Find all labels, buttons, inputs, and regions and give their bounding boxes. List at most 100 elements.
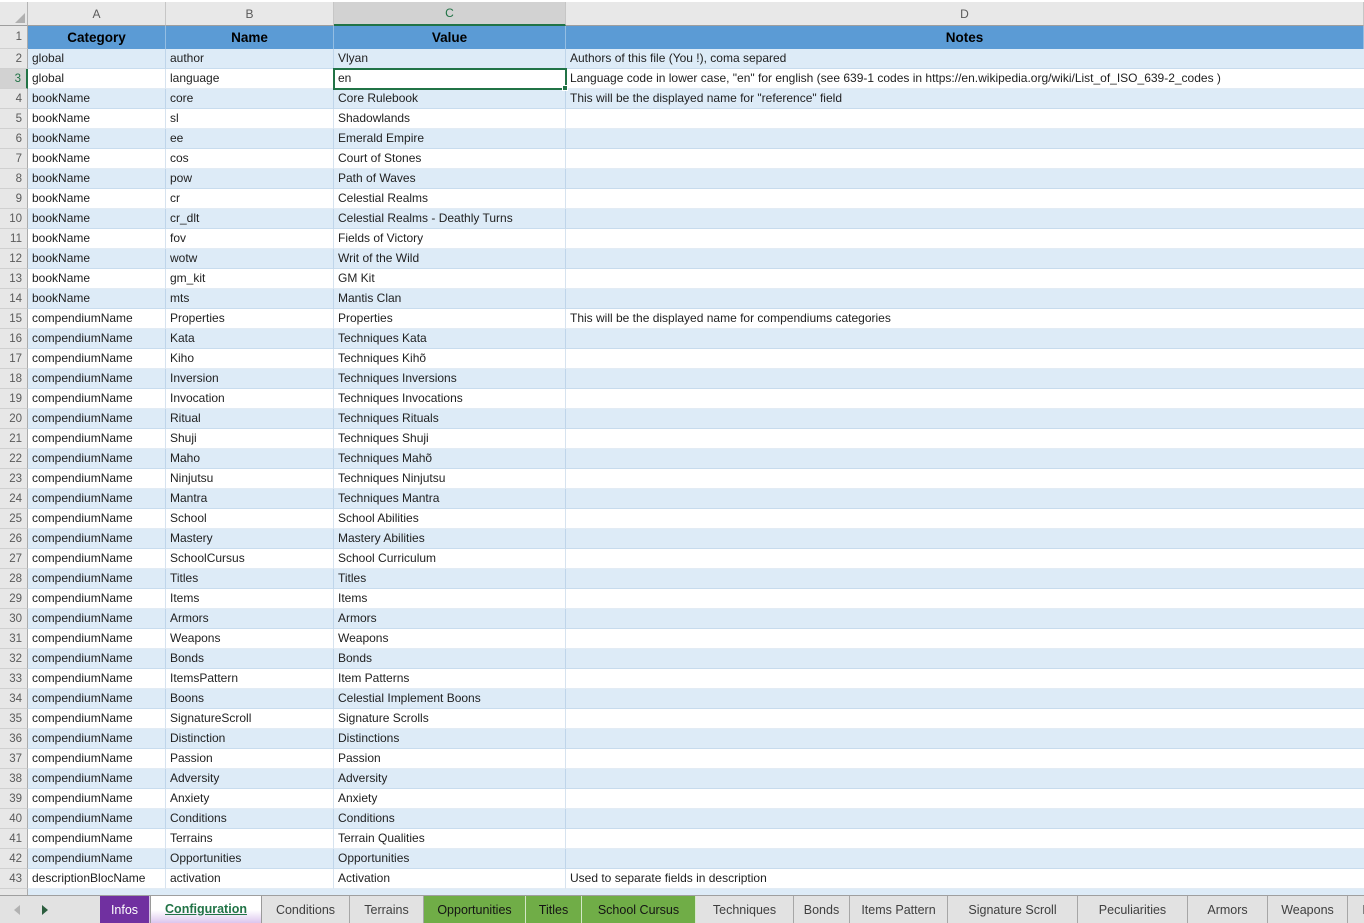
cell-name[interactable]: Armors	[166, 609, 334, 629]
cell-category[interactable]: compendiumName	[28, 489, 166, 509]
cell-notes[interactable]	[566, 849, 1364, 869]
sheet-tab-terrains[interactable]: Terrains	[350, 896, 424, 923]
cell-name[interactable]: Mantra	[166, 489, 334, 509]
header-cell-value[interactable]: Value	[334, 26, 566, 49]
cell-category[interactable]: bookName	[28, 209, 166, 229]
row-number[interactable]: 37	[0, 749, 28, 769]
cell-notes[interactable]	[566, 389, 1364, 409]
row-number[interactable]: 14	[0, 289, 28, 309]
cell-category[interactable]: global	[28, 69, 166, 89]
cell-notes[interactable]	[566, 189, 1364, 209]
cell-notes[interactable]	[566, 829, 1364, 849]
cell-notes[interactable]	[566, 549, 1364, 569]
cell-value[interactable]: Mantis Clan	[334, 289, 566, 309]
cell-notes[interactable]	[566, 629, 1364, 649]
sheet-tab-opportunities[interactable]: Opportunities	[424, 896, 526, 923]
cell-value[interactable]: Item Patterns	[334, 669, 566, 689]
cell-notes[interactable]: Used to separate fields in description	[566, 869, 1364, 889]
cell-value[interactable]: Techniques Ninjutsu	[334, 469, 566, 489]
cell-category[interactable]: compendiumName	[28, 829, 166, 849]
cell-name[interactable]: gm_kit	[166, 269, 334, 289]
cell-category[interactable]: compendiumName	[28, 769, 166, 789]
cell-category[interactable]: compendiumName	[28, 689, 166, 709]
cell-notes[interactable]	[566, 529, 1364, 549]
next-sheet-arrow-icon[interactable]	[42, 905, 48, 915]
cell-notes[interactable]	[566, 329, 1364, 349]
cell-notes[interactable]	[566, 749, 1364, 769]
cell-notes[interactable]	[566, 109, 1364, 129]
cell-name[interactable]: ee	[166, 129, 334, 149]
cell-value[interactable]: Techniques Kata	[334, 329, 566, 349]
cell-category[interactable]: compendiumName	[28, 329, 166, 349]
cell-notes[interactable]	[566, 409, 1364, 429]
cell-value[interactable]: Adversity	[334, 769, 566, 789]
select-all-corner[interactable]	[0, 2, 28, 26]
cell-category[interactable]: bookName	[28, 249, 166, 269]
cell-value[interactable]: Core Rulebook	[334, 89, 566, 109]
cell-name[interactable]: mts	[166, 289, 334, 309]
cell-name[interactable]: Weapons	[166, 629, 334, 649]
cell-name[interactable]: activation	[166, 869, 334, 889]
fill-handle[interactable]	[562, 85, 568, 91]
sheet-tab-items-pattern[interactable]: Items Pattern	[850, 896, 948, 923]
column-header-c[interactable]: C	[334, 2, 566, 26]
cell-category[interactable]: compendiumName	[28, 789, 166, 809]
cell-notes[interactable]	[566, 769, 1364, 789]
cell-value[interactable]: Techniques Kihõ	[334, 349, 566, 369]
cell-category[interactable]: compendiumName	[28, 729, 166, 749]
row-number[interactable]: 34	[0, 689, 28, 709]
cell-name[interactable]: core	[166, 89, 334, 109]
row-number[interactable]: 38	[0, 769, 28, 789]
row-number[interactable]: 43	[0, 869, 28, 889]
row-number[interactable]: 9	[0, 189, 28, 209]
cell-category[interactable]: bookName	[28, 189, 166, 209]
cell-value[interactable]: Conditions	[334, 809, 566, 829]
cell-category[interactable]: compendiumName	[28, 649, 166, 669]
row-number[interactable]: 17	[0, 349, 28, 369]
row-number[interactable]: 16	[0, 329, 28, 349]
cell-category[interactable]: compendiumName	[28, 569, 166, 589]
cell-notes[interactable]: This will be the displayed name for "ref…	[566, 89, 1364, 109]
row-number[interactable]: 15	[0, 309, 28, 329]
cell-notes[interactable]	[566, 709, 1364, 729]
cell-value[interactable]: Writ of the Wild	[334, 249, 566, 269]
cell-name[interactable]: language	[166, 69, 334, 89]
cell-category[interactable]: bookName	[28, 169, 166, 189]
cell-name[interactable]: Ritual	[166, 409, 334, 429]
row-number[interactable]: 18	[0, 369, 28, 389]
cell-value[interactable]: Mastery Abilities	[334, 529, 566, 549]
cell-value[interactable]: Fields of Victory	[334, 229, 566, 249]
cell-value[interactable]: Court of Stones	[334, 149, 566, 169]
cell-notes[interactable]	[566, 649, 1364, 669]
sheet-tab-peculiarities[interactable]: Peculiarities	[1078, 896, 1188, 923]
cell-category[interactable]: compendiumName	[28, 349, 166, 369]
prev-sheet-arrow-icon[interactable]	[14, 905, 20, 915]
cell-value[interactable]: Terrain Qualities	[334, 829, 566, 849]
sheet-tab-signature-scroll[interactable]: Signature Scroll	[948, 896, 1078, 923]
cell-value[interactable]: Celestial Realms	[334, 189, 566, 209]
cell-name[interactable]: cr	[166, 189, 334, 209]
cell-category[interactable]: bookName	[28, 229, 166, 249]
cell-notes[interactable]	[566, 469, 1364, 489]
row-number[interactable]: 19	[0, 389, 28, 409]
cell-name[interactable]: Mastery	[166, 529, 334, 549]
cell-value[interactable]: Techniques Mahõ	[334, 449, 566, 469]
cell-notes[interactable]	[566, 689, 1364, 709]
cell-name[interactable]: cos	[166, 149, 334, 169]
cell-value[interactable]: Titles	[334, 569, 566, 589]
cell-notes[interactable]	[566, 729, 1364, 749]
cell-category[interactable]: compendiumName	[28, 709, 166, 729]
cell-name[interactable]: School	[166, 509, 334, 529]
cell-value[interactable]: Celestial Implement Boons	[334, 689, 566, 709]
cell-notes[interactable]	[566, 489, 1364, 509]
cell-category[interactable]: bookName	[28, 89, 166, 109]
cell-notes[interactable]	[566, 369, 1364, 389]
cell-value[interactable]: Opportunities	[334, 849, 566, 869]
cell-name[interactable]: Opportunities	[166, 849, 334, 869]
cell-category[interactable]: compendiumName	[28, 629, 166, 649]
row-number[interactable]: 39	[0, 789, 28, 809]
column-header-d[interactable]: D	[566, 2, 1364, 26]
cell-notes[interactable]	[566, 169, 1364, 189]
cell-value[interactable]: Properties	[334, 309, 566, 329]
cell-name[interactable]: Kiho	[166, 349, 334, 369]
